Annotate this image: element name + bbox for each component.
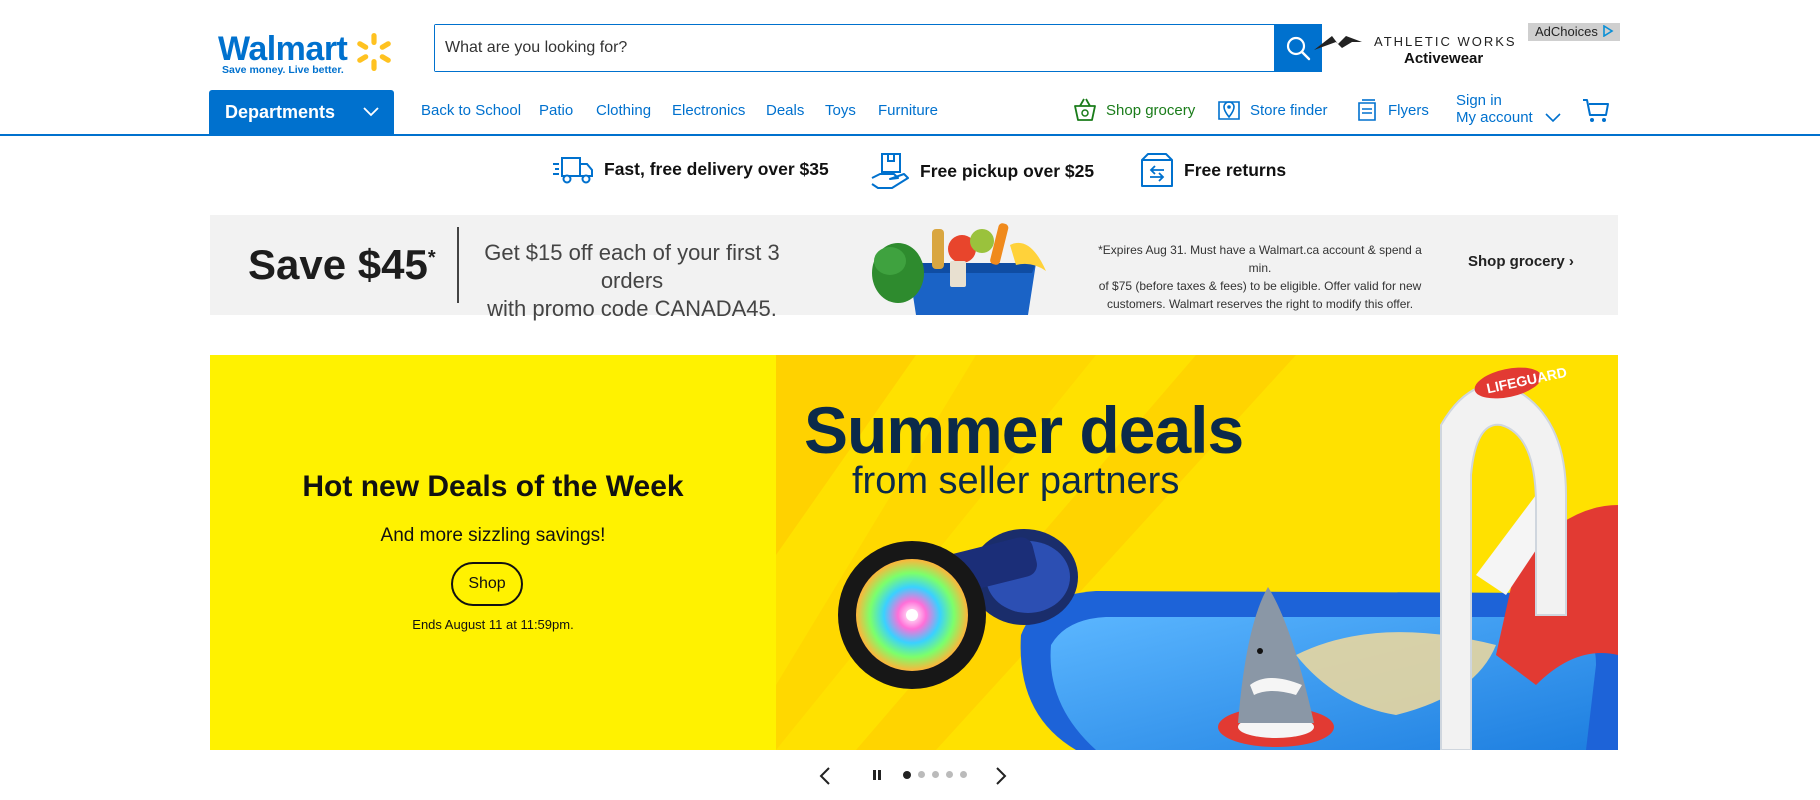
grocery-promo-banner[interactable]: Save $45* Get $15 off each of your first…: [210, 215, 1618, 321]
carousel-dot-4[interactable]: [946, 771, 953, 778]
promo-save-amount: Save $45*: [248, 241, 436, 289]
nav-link-toys[interactable]: Toys: [825, 102, 856, 119]
pickup-box-icon: [871, 153, 909, 189]
promo-asterisk: *: [427, 247, 436, 269]
ad-brand: ATHLETIC WORKS: [1374, 34, 1517, 49]
departments-label: Departments: [225, 101, 336, 122]
promo-shop-grocery-link[interactable]: Shop grocery ›: [1468, 253, 1574, 270]
grocery-bag-image: [872, 223, 1046, 315]
cart-icon: [1583, 99, 1609, 122]
adchoices-badge[interactable]: AdChoices: [1528, 23, 1620, 41]
search-input[interactable]: [435, 25, 1243, 71]
promo-fine-print: *Expires Aug 31. Must have a Walmart.ca …: [1090, 241, 1430, 313]
nav-link-furniture[interactable]: Furniture: [878, 102, 938, 119]
sponsored-ad[interactable]: ATHLETIC WORKS Activewear: [1312, 28, 1518, 72]
map-pin-icon: [1218, 101, 1240, 120]
carousel-dot-3[interactable]: [932, 771, 939, 778]
spark-icon: [357, 33, 391, 71]
promo-save-text: Save $45: [248, 241, 428, 288]
athletic-works-logo-icon: [1314, 36, 1362, 50]
shop-grocery-link[interactable]: Shop grocery: [1072, 97, 1195, 123]
walmart-logo[interactable]: Walmart Save money. Live better.: [216, 30, 396, 78]
perk-delivery: Fast, free delivery over $35: [552, 152, 829, 186]
nav-link-patio[interactable]: Patio: [539, 102, 573, 119]
cart-button[interactable]: [1582, 98, 1610, 129]
hero-ends-note: Ends August 11 at 11:59pm.: [412, 617, 574, 632]
hero-shop-button[interactable]: Shop: [451, 562, 523, 606]
fine-print-line-1: *Expires Aug 31. Must have a Walmart.ca …: [1098, 243, 1422, 275]
store-finder-label: Store finder: [1250, 101, 1328, 119]
chevron-down-icon: [1545, 112, 1561, 122]
previous-slide-button[interactable]: [818, 766, 832, 786]
logo-tagline: Save money. Live better.: [222, 64, 344, 76]
account-menu[interactable]: Sign in My account: [1456, 92, 1561, 126]
nav-link-electronics[interactable]: Electronics: [672, 102, 745, 119]
shop-grocery-label: Shop grocery: [1106, 101, 1196, 119]
fine-print-line-2: of $75 (before taxes & fees) to be eligi…: [1098, 279, 1422, 293]
store-finder-link[interactable]: Store finder: [1216, 97, 1328, 123]
summer-deals-subtitle: from seller partners: [852, 460, 1179, 502]
delivery-truck-icon: [553, 157, 593, 184]
returns-box-icon: [1141, 153, 1173, 187]
grocery-basket-icon: [1074, 98, 1096, 121]
sign-in-link[interactable]: Sign in: [1456, 92, 1561, 109]
summer-deals-artwork: LIFEGUARD Summer deals from seller partn…: [776, 355, 1618, 750]
hero-subtitle: And more sizzling savings!: [380, 525, 606, 546]
search-icon: [1286, 36, 1311, 61]
promo-divider: [457, 227, 459, 303]
hero-carousel-controls: [810, 762, 1010, 788]
summer-deals-title: Summer deals: [804, 393, 1243, 467]
adchoices-label: AdChoices: [1535, 24, 1598, 39]
promo-offer: Get $15 off each of your first 3 orders …: [462, 239, 802, 323]
perk-returns: Free returns: [1140, 152, 1286, 188]
departments-button[interactable]: Departments: [209, 90, 394, 134]
perk-pickup: Free pickup over $25: [870, 152, 1094, 190]
flyers-link[interactable]: Flyers: [1354, 97, 1429, 123]
flyers-label: Flyers: [1388, 101, 1429, 119]
pause-button[interactable]: [872, 769, 882, 781]
fine-print-line-3: customers. Walmart reserves the right to…: [1106, 297, 1414, 311]
promo-offer-line-2: with promo code CANADA45.: [487, 296, 777, 321]
chevron-down-icon: [363, 107, 379, 117]
adchoices-icon: [1602, 24, 1614, 38]
perk-delivery-label: Fast, free delivery over $35: [604, 158, 829, 179]
perk-pickup-label: Free pickup over $25: [920, 160, 1095, 181]
header-divider: [0, 134, 1820, 136]
carousel-dot-2[interactable]: [918, 771, 925, 778]
carousel-dot-1[interactable]: [903, 770, 911, 779]
hero-text-panel: Hot new Deals of the Week And more sizzl…: [210, 355, 776, 750]
summer-deals-image[interactable]: LIFEGUARD Summer deals from seller partn…: [776, 355, 1618, 750]
my-account-label: My account: [1456, 109, 1533, 126]
nav-link-deals[interactable]: Deals: [766, 102, 804, 119]
search-bar: [434, 24, 1322, 72]
hero-banner: Hot new Deals of the Week And more sizzl…: [210, 355, 1618, 750]
perk-returns-label: Free returns: [1184, 159, 1287, 180]
next-slide-button[interactable]: [994, 766, 1008, 786]
nav-link-clothing[interactable]: Clothing: [596, 102, 651, 119]
promo-offer-line-1: Get $15 off each of your first 3 orders: [484, 240, 780, 293]
flyer-icon: [1358, 99, 1376, 121]
ad-subtitle: Activewear: [1404, 50, 1484, 67]
nav-link-back-to-school[interactable]: Back to School: [421, 102, 521, 119]
carousel-dot-5[interactable]: [960, 771, 967, 778]
hero-title: Hot new Deals of the Week: [302, 470, 684, 503]
